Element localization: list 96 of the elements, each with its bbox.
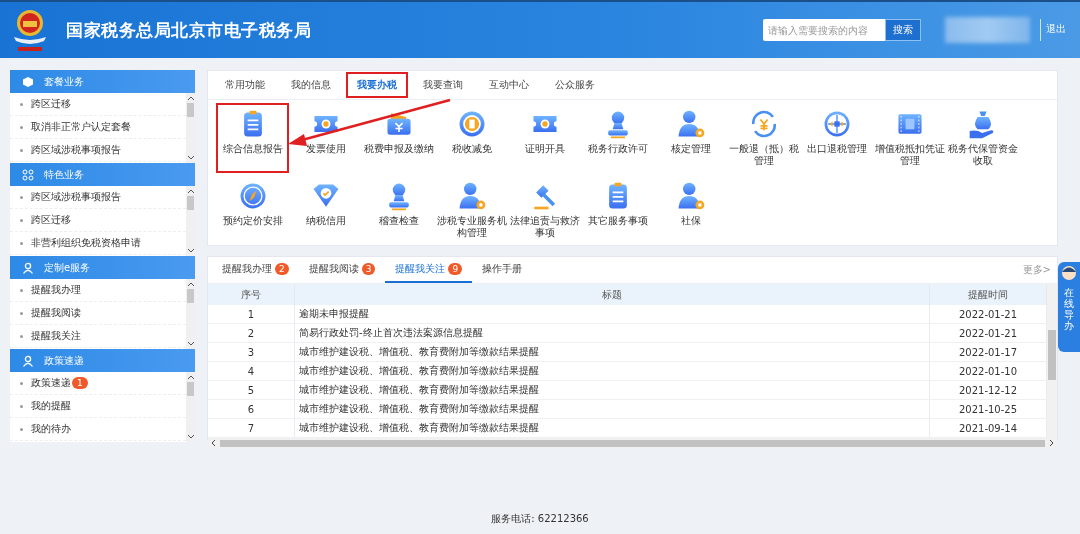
cube-icon [22,75,34,88]
table-cell: 6 [208,399,295,419]
online-guide-tab[interactable]: 在线导办 [1058,262,1080,352]
scroll-thumb[interactable] [220,439,1045,447]
function-tile[interactable]: 法律追责与救济事项 [508,175,581,245]
table-cell: 2021-12-12 [929,380,1047,400]
service-phone: 服务电话: 62212366 [491,513,589,524]
table-cell: 7 [208,418,295,438]
function-tile[interactable]: 发票使用 [289,103,362,173]
sidebar-item[interactable]: 提醒我办理 [31,283,81,297]
avatar-icon [1061,265,1077,281]
scrollbar[interactable] [186,372,195,442]
person-icon [22,261,34,274]
table-cell[interactable]: 城市维护建设税、增值税、教育费附加等缴款结果提醒 [294,418,930,438]
sidebar-item[interactable]: 政策速递 [31,376,71,390]
scroll-up-icon[interactable] [186,95,195,101]
function-tile[interactable]: 涉税专业服务机构管理 [435,175,508,245]
scroll-down-icon[interactable] [186,248,195,254]
tab[interactable]: 操作手册 [472,257,533,283]
scrollbar[interactable] [186,186,195,256]
sidebar-item[interactable]: 非营利组织免税资格申请 [31,236,141,250]
tab[interactable]: 我要查询 [412,72,474,98]
table-cell: 2021-10-25 [929,399,1047,419]
tab[interactable]: 提醒我阅读 3 [298,257,386,283]
tab[interactable]: 我要办税 [346,72,408,98]
table-cell[interactable]: 城市维护建设税、增值税、教育费附加等缴款结果提醒 [294,399,930,419]
sidebar-item[interactable]: 我的提醒 [31,399,71,413]
function-tile[interactable]: 增值税抵扣凭证管理 [873,103,946,173]
table-cell: 2021-09-14 [929,418,1047,438]
table-cell: 5 [208,380,295,400]
table-cell: 2022-01-10 [929,361,1047,381]
function-tile[interactable]: 税务代保管资金收取 [946,103,1019,173]
sidebar-item[interactable]: 取消非正常户认定套餐 [31,120,131,134]
scroll-thumb[interactable] [187,196,194,210]
sidebar-item[interactable]: 跨区迁移 [31,97,71,111]
sidebar-item[interactable]: 跨区域涉税事项报告 [31,190,121,204]
tab[interactable]: 常用功能 [214,72,276,98]
table-cell: 2 [208,323,295,343]
table-cell: 4 [208,361,295,381]
scroll-up-icon[interactable] [186,374,195,380]
sidebar-item[interactable]: 提醒我关注 [31,329,81,343]
tab[interactable]: 我的信息 [280,72,342,98]
scroll-thumb[interactable] [1048,330,1056,380]
scrollbar[interactable] [186,93,195,163]
scroll-thumb[interactable] [187,103,194,117]
search-button[interactable]: 搜索 [885,19,921,41]
table-cell[interactable]: 简易行政处罚-终止首次违法案源信息提醒 [294,323,930,343]
table-cell: 3 [208,342,295,362]
scroll-down-icon[interactable] [186,341,195,347]
scroll-down-icon[interactable] [186,434,195,440]
table-cell[interactable]: 逾期未申报提醒 [294,305,930,324]
tab[interactable]: 提醒我办理 2 [212,257,299,283]
function-tile[interactable]: 核定管理 [654,103,727,173]
count-badge: 1 [72,377,88,389]
grid-icon [22,168,34,181]
function-tile[interactable]: 税收减免 [435,103,508,173]
sidebar-item[interactable]: 提醒我阅读 [31,306,81,320]
scroll-thumb[interactable] [187,382,194,396]
search-field[interactable]: 请输入需要搜索的内容 [763,19,885,41]
person-icon [22,354,34,367]
function-tile[interactable]: 稽查检查 [362,175,435,245]
site-title: 国家税务总局北京市电子税务局 [66,18,311,42]
table-cell: 2022-01-21 [929,323,1047,343]
tab[interactable]: 互动中心 [478,72,540,98]
sidebar-item[interactable]: 跨区迁移 [31,213,71,227]
function-tile[interactable]: 出口退税管理 [800,103,873,173]
function-tile[interactable]: 税费申报及缴纳 [362,103,435,173]
column-header: 标题 [294,284,930,305]
function-tile[interactable]: 一般退（抵）税管理 [727,103,800,173]
column-header: 序号 [208,284,295,305]
scrollbar[interactable] [208,438,1057,448]
table-cell[interactable]: 城市维护建设税、增值税、教育费附加等缴款结果提醒 [294,342,930,362]
column-header: 提醒时间 [929,284,1047,305]
table-cell: 1 [208,305,295,324]
function-tile[interactable]: 税务行政许可 [581,103,654,173]
function-tile[interactable]: 社保 [654,175,727,245]
scroll-down-icon[interactable] [186,155,195,161]
sidebar-item[interactable]: 跨区域涉税事项报告 [31,143,121,157]
function-tile[interactable]: 证明开具 [508,103,581,173]
scroll-up-icon[interactable] [186,281,195,287]
function-tile[interactable]: 预约定价安排 [216,175,289,245]
function-tile[interactable]: 其它服务事项 [581,175,654,245]
scroll-right-icon[interactable] [1049,439,1055,447]
function-tile[interactable]: 纳税信用 [289,175,362,245]
scroll-left-icon[interactable] [210,439,216,447]
scroll-thumb[interactable] [187,289,194,303]
table-cell[interactable]: 城市维护建设税、增值税、教育费附加等缴款结果提醒 [294,361,930,381]
table-cell: 2022-01-17 [929,342,1047,362]
function-tile[interactable]: 综合信息报告 [216,103,289,173]
table-cell[interactable]: 城市维护建设税、增值税、教育费附加等缴款结果提醒 [294,380,930,400]
sidebar-item[interactable]: 我的待办 [31,422,71,436]
tab[interactable]: 公众服务 [544,72,606,98]
scrollbar[interactable] [186,279,195,349]
table-cell: 2022-01-21 [929,305,1047,324]
scroll-up-icon[interactable] [186,188,195,194]
scrollbar[interactable] [1047,284,1057,438]
